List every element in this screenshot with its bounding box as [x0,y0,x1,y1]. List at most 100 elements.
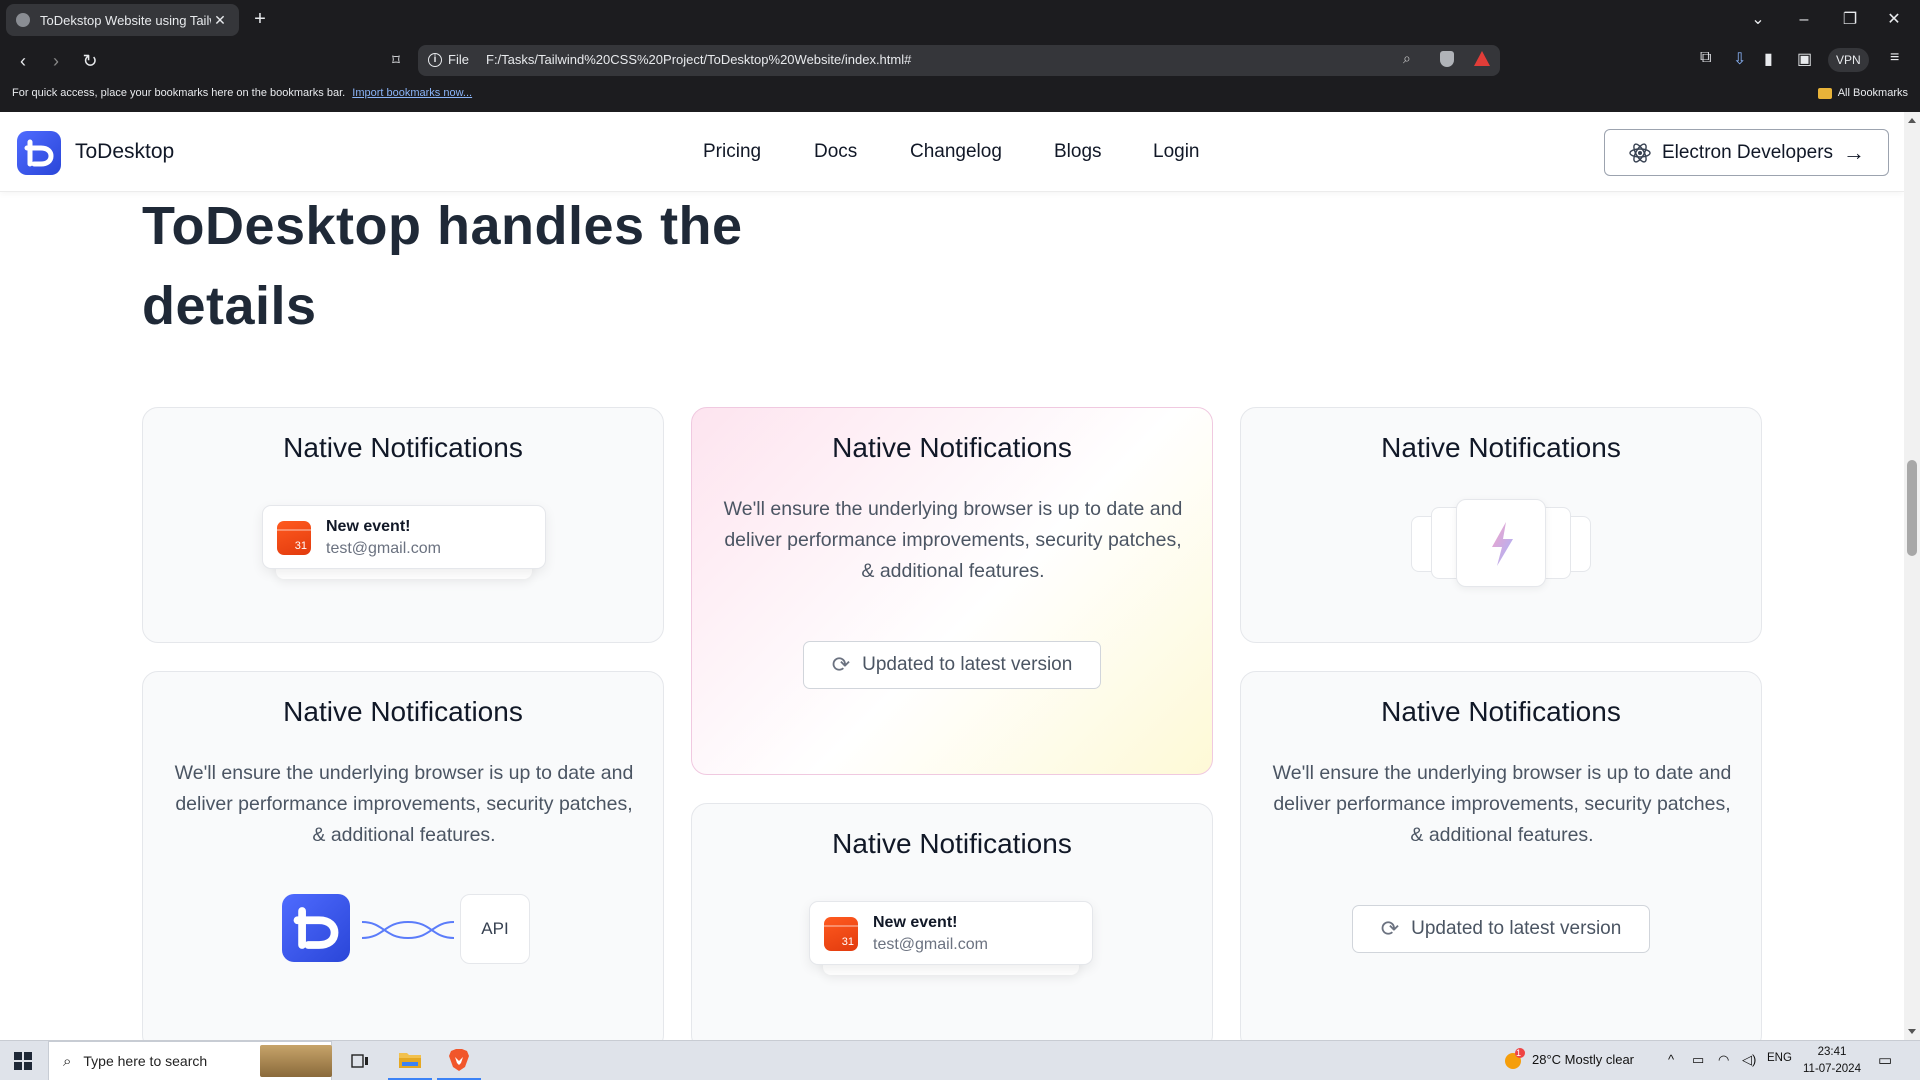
api-label: API [481,919,509,938]
updated-version-label: Updated to latest version [1411,918,1622,939]
notification-title: New event! [873,914,958,931]
updated-version-button[interactable]: ⟳ Updated to latest version [803,641,1101,689]
menu-icon[interactable]: ≡ [1890,49,1899,67]
card-title: Native Notifications [1381,432,1621,463]
brave-browser-icon[interactable] [437,1041,481,1080]
nav-pricing[interactable]: Pricing [703,141,761,163]
feature-card-notification: Native Notifications 31 New event! test@… [691,803,1213,1040]
brand-name[interactable]: ToDesktop [75,140,174,164]
task-view-icon[interactable] [338,1041,382,1080]
api-box: API [460,894,530,964]
arrow-right-icon: → [1843,139,1866,165]
nav-changelog[interactable]: Changelog [910,141,1002,163]
scroll-down-arrow-icon[interactable] [1908,1029,1916,1034]
card-description: We'll ensure the underlying browser is u… [1272,762,1732,846]
todesktop-logo [282,894,350,962]
bolt-illustration [1411,499,1591,589]
wifi-icon[interactable]: ◠ [1718,1052,1729,1068]
all-bookmarks-label: All Bookmarks [1837,87,1908,99]
tab-close-icon[interactable]: ✕ [211,12,229,29]
folder-icon [1817,87,1832,99]
minimize-button[interactable]: – [1784,6,1824,34]
vpn-label: VPN [1836,53,1861,67]
scroll-thumb[interactable] [1907,460,1917,556]
wallet-icon[interactable]: ▣ [1797,49,1812,69]
import-bookmarks-link[interactable]: Import bookmarks now... [352,87,472,99]
info-icon: i [428,52,442,67]
todesktop-logo[interactable] [17,131,61,175]
new-tab-button[interactable]: + [248,8,272,32]
address-scheme: File [448,52,469,67]
site-info-chip[interactable]: i File [428,52,469,67]
browser-tab[interactable]: ToDekstop Website using Tailwi ✕ [6,4,239,36]
address-url[interactable]: F:/Tasks/Tailwind%20CSS%20Project/ToDesk… [486,52,911,67]
reload-button[interactable]: ↻ [77,48,103,74]
bookmark-icon[interactable]: ⌑ [383,48,409,74]
nav-docs[interactable]: Docs [814,141,857,163]
card-title: Native Notifications [283,696,523,727]
zoom-icon[interactable]: ⌕ [1403,50,1411,67]
weather-icon[interactable] [1502,1048,1526,1075]
api-illustration: API [282,892,532,964]
battery-icon[interactable]: ▭ [1692,1052,1704,1068]
card-title: Native Notifications [832,828,1072,859]
notification-toast: 31 New event! test@gmail.com [262,505,546,569]
nav-blogs[interactable]: Blogs [1054,141,1102,163]
notification-preview: 31 New event! test@gmail.com [809,901,1093,975]
feature-card-notification: Native Notifications 31 New event! test@… [142,407,664,643]
brave-rewards-icon[interactable] [1474,51,1490,66]
tab-title: ToDekstop Website using Tailwi [40,12,211,28]
vpn-button[interactable]: VPN [1828,48,1869,72]
page-viewport: ToDesktop Pricing Docs Changelog Blogs L… [0,112,1904,1040]
file-explorer-icon[interactable] [388,1041,432,1080]
headline-line-2: details [142,276,317,336]
connection-wave-icon [361,920,455,940]
notification-preview: 31 New event! test@gmail.com [262,505,546,579]
forward-button[interactable]: › [43,48,69,74]
brave-shield-icon[interactable] [1440,51,1454,67]
tab-favicon-icon [16,13,30,27]
electron-developers-label: Electron Developers [1661,141,1834,163]
weather-text[interactable]: 28°C Mostly clear [1532,1052,1634,1067]
card-title: Native Notifications [283,432,523,463]
calendar-icon: 31 [277,521,311,555]
notifications-icon[interactable]: ▭ [1878,1051,1892,1069]
nav-login[interactable]: Login [1153,141,1200,163]
headline-line-1: ToDesktop handles the [142,196,743,256]
back-button[interactable]: ‹ [10,48,36,74]
clock-time: 23:41 [1817,1046,1847,1058]
card-title: Native Notifications [832,432,1072,463]
updated-version-label: Updated to latest version [862,654,1073,675]
tab-search-chevron-icon[interactable]: ⌄ [1738,6,1778,34]
windows-taskbar: ⌕ Type here to search 1 28°C Mostly clea… [0,1040,1920,1080]
volume-icon[interactable]: ◁) [1742,1052,1756,1068]
notification-title: New event! [326,518,411,535]
taskbar-clock[interactable]: 23:41 11-07-2024 [1800,1044,1864,1078]
close-window-button[interactable]: ✕ [1874,6,1914,34]
electron-atom-icon [1629,142,1651,163]
tray-chevron-icon[interactable]: ^ [1668,1052,1674,1067]
electron-developers-button[interactable]: Electron Developers → [1604,129,1889,176]
calendar-icon: 31 [824,917,858,951]
search-highlight-image [260,1045,332,1077]
bookmarks-bar: For quick access, place your bookmarks h… [0,80,1920,112]
refresh-icon: ⟳ [1380,916,1400,941]
all-bookmarks-button[interactable]: All Bookmarks [1817,87,1908,99]
scroll-up-arrow-icon[interactable] [1908,118,1916,123]
download-icon[interactable]: ⇩ [1733,49,1746,69]
updated-version-button[interactable]: ⟳ Updated to latest version [1352,905,1650,953]
notification-email: test@gmail.com [873,936,988,953]
clock-date: 11-07-2024 [1803,1063,1861,1075]
restore-button[interactable]: ❐ [1830,6,1870,34]
windows-start-icon[interactable] [14,1052,32,1070]
card-description: We'll ensure the underlying browser is u… [723,498,1183,582]
bookmarks-message: For quick access, place your bookmarks h… [12,87,346,99]
sidebar-icon[interactable]: ▮ [1764,49,1773,69]
site-header: ToDesktop Pricing Docs Changelog Blogs L… [0,112,1904,192]
extensions-icon[interactable]: ⧉ [1700,49,1711,67]
page-scrollbar[interactable] [1904,112,1920,1040]
section-headline: ToDesktop handles the details [142,186,842,346]
language-indicator[interactable]: ENG [1767,1052,1792,1064]
browser-tab-bar: ToDekstop Website using Tailwi ✕ + ⌄ – ❐… [0,0,1920,40]
feature-card-updates-highlight: Native Notifications We'll ensure the un… [691,407,1213,775]
